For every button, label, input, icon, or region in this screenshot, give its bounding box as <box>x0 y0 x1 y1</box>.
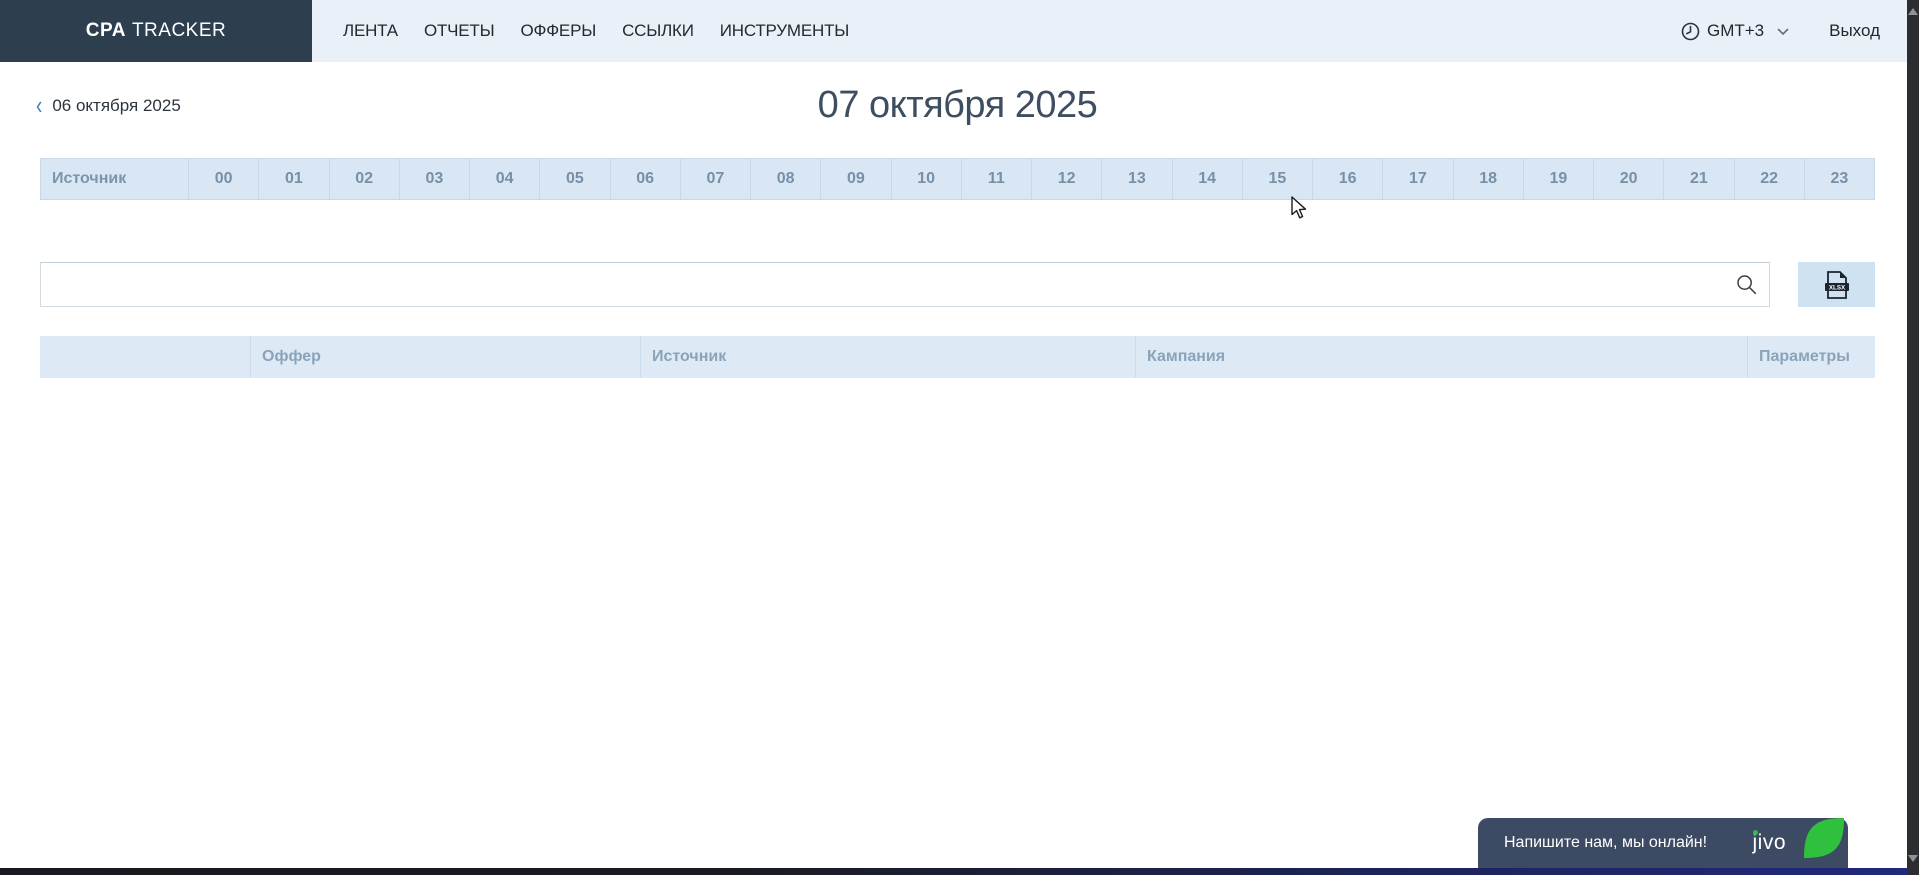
search-input[interactable] <box>40 262 1770 307</box>
brand-logo[interactable]: CPA TRACKER <box>0 0 312 62</box>
brand-logo-bold: CPA <box>86 20 126 42</box>
xlsx-file-icon: XLSX <box>1824 270 1850 300</box>
search-icon[interactable] <box>1736 274 1757 295</box>
leaf-icon <box>1800 814 1848 862</box>
nav-item[interactable]: ОТЧЕТЫ <box>424 21 495 41</box>
hour-column-header: 12 <box>1031 159 1101 199</box>
results-column-header: Оффер <box>250 336 640 378</box>
hour-column-header: 00 <box>188 159 258 199</box>
nav-item[interactable]: ОФФЕРЫ <box>520 21 596 41</box>
jivo-logo: jivo <box>1752 831 1786 855</box>
main-content: ‹ 06 октября 2025 07 октября 2025 Источн… <box>40 62 1875 378</box>
hour-column-header: 13 <box>1101 159 1171 199</box>
chat-message: Напишите нам, мы онлайн! <box>1504 834 1707 852</box>
results-column-header: Параметры <box>1747 336 1875 378</box>
results-column-header: Кампания <box>1135 336 1747 378</box>
scroll-down-arrow-icon[interactable] <box>1908 855 1918 862</box>
nav-item[interactable]: ЛЕНТА <box>343 21 398 41</box>
brand-logo-rest: TRACKER <box>132 20 226 42</box>
hour-column-header: 20 <box>1593 159 1663 199</box>
hour-column-header: 01 <box>258 159 328 199</box>
page-title: 07 октября 2025 <box>818 84 1098 127</box>
svg-text:XLSX: XLSX <box>1828 284 1845 291</box>
hour-column-header: 18 <box>1453 159 1523 199</box>
main-nav: ЛЕНТА ОТЧЕТЫ ОФФЕРЫ ССЫЛКИ ИНСТРУМЕНТЫ <box>343 0 849 62</box>
chevron-down-icon <box>1777 28 1789 36</box>
prev-day-label: 06 октября 2025 <box>52 96 180 116</box>
nav-item[interactable]: ССЫЛКИ <box>622 21 694 41</box>
hour-column-header: 03 <box>399 159 469 199</box>
hour-column-header: 10 <box>891 159 961 199</box>
timezone-label: GMT+3 <box>1707 21 1764 41</box>
hour-column-header: 09 <box>820 159 890 199</box>
nav-item[interactable]: ИНСТРУМЕНТЫ <box>720 21 849 41</box>
hour-column-header: 14 <box>1172 159 1242 199</box>
hour-column-header: 16 <box>1312 159 1382 199</box>
hour-column-header: 05 <box>539 159 609 199</box>
hour-column-header: 08 <box>750 159 820 199</box>
logout-link[interactable]: Выход <box>1829 21 1880 41</box>
results-column-header: Источник <box>640 336 1135 378</box>
search-field-wrap <box>40 262 1770 307</box>
results-column-header <box>40 336 250 378</box>
hour-column-header: 06 <box>610 159 680 199</box>
results-table-header: Оффер Источник Кампания Параметры <box>40 336 1875 378</box>
date-navigation: ‹ 06 октября 2025 07 октября 2025 <box>40 62 1875 128</box>
hour-column-header: 19 <box>1523 159 1593 199</box>
hours-source-header: Источник <box>41 159 188 199</box>
header-right: GMT+3 Выход <box>1681 0 1880 62</box>
hour-column-header: 22 <box>1734 159 1804 199</box>
timezone-selector[interactable]: GMT+3 <box>1681 21 1789 41</box>
vertical-scrollbar[interactable] <box>1907 0 1919 875</box>
bottom-bar <box>0 868 1907 875</box>
page: CPA TRACKER ЛЕНТА ОТЧЕТЫ ОФФЕРЫ ССЫЛКИ И… <box>0 0 1919 875</box>
prev-day-link[interactable]: ‹ 06 октября 2025 <box>36 96 181 116</box>
hour-column-header: 15 <box>1242 159 1312 199</box>
toolbar: XLSX <box>40 262 1875 307</box>
chevron-left-icon: ‹ <box>36 93 42 119</box>
hour-column-header: 21 <box>1663 159 1733 199</box>
hour-column-header: 17 <box>1382 159 1452 199</box>
clock-icon <box>1681 22 1700 41</box>
hour-column-header: 07 <box>680 159 750 199</box>
hour-column-header: 02 <box>329 159 399 199</box>
hour-column-header: 04 <box>469 159 539 199</box>
top-header: CPA TRACKER ЛЕНТА ОТЧЕТЫ ОФФЕРЫ ССЫЛКИ И… <box>0 0 1907 62</box>
export-xlsx-button[interactable]: XLSX <box>1798 262 1875 307</box>
hour-column-header: 23 <box>1804 159 1874 199</box>
hour-column-header: 11 <box>961 159 1031 199</box>
hours-header-row: Источник 00 01 02 03 04 05 06 07 08 09 <box>40 158 1875 200</box>
chat-widget[interactable]: Напишите нам, мы онлайн! jivo <box>1478 818 1848 868</box>
scroll-up-arrow-icon[interactable] <box>1908 8 1918 15</box>
